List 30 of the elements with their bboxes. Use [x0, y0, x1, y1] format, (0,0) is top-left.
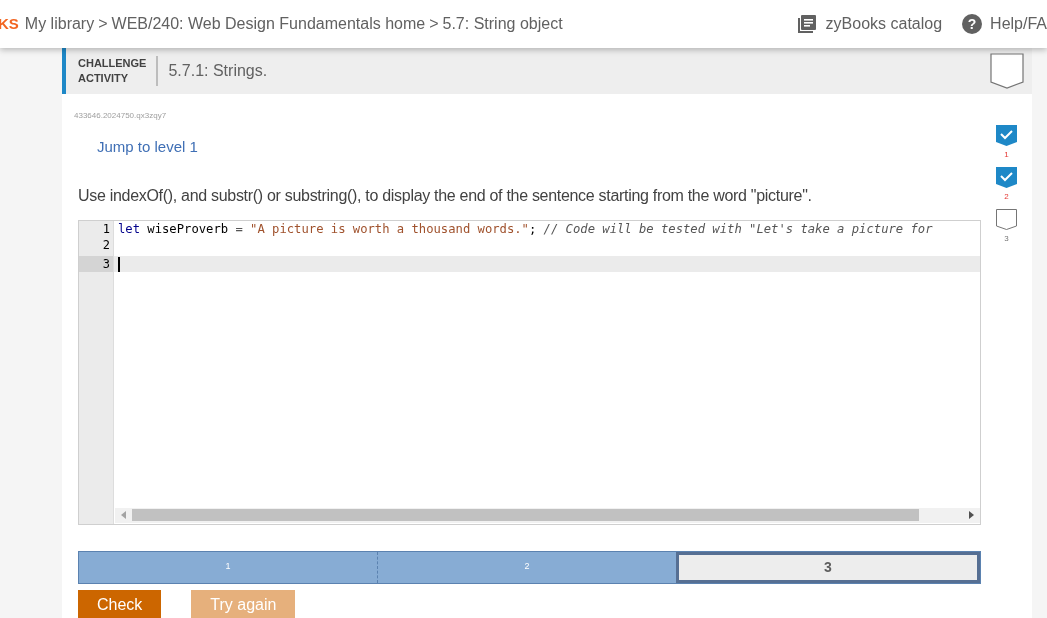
level-number: 3 — [1004, 233, 1009, 245]
book-icon[interactable] — [795, 13, 818, 35]
text-cursor — [118, 256, 120, 272]
level-checkbox[interactable] — [996, 209, 1017, 230]
level-number: 2 — [1004, 191, 1009, 203]
jump-link[interactable]: Jump to level 1 — [97, 136, 198, 159]
breadcrumb-link[interactable]: My library — [24, 12, 95, 36]
level-tab[interactable]: 3 — [676, 551, 980, 583]
code-line: let wiseProverb = "A picture is worth a thousand words."; // Code will be tested with "Let's take a picture for — [117, 220, 934, 237]
activity-id: 433646.2024750.qx3zqy7 — [74, 110, 168, 122]
line-number: 3 — [79, 255, 113, 272]
breadcrumb-separator: > — [98, 14, 108, 34]
level-checkbox[interactable] — [996, 125, 1017, 146]
breadcrumb-separator: > — [429, 14, 439, 34]
scroll-right-arrow-icon[interactable] — [969, 511, 974, 519]
line-number: 2 — [101, 236, 111, 253]
activity-type-label: CHALLENGE ACTIVITY — [78, 56, 159, 86]
level-checkbox[interactable] — [996, 167, 1017, 188]
line-number: 1 — [101, 220, 111, 237]
help-icon[interactable]: ? — [962, 14, 983, 34]
check-button[interactable]: Check — [78, 589, 162, 618]
instructions-text: Use indexOf(), and substr() or substring(), to display the end of the sentence starting from the word "picture". — [78, 185, 813, 206]
breadcrumb-link[interactable]: 5.7: String object — [442, 12, 563, 36]
level-number: 1 — [1004, 149, 1009, 161]
horizontal-scrollbar[interactable] — [115, 507, 980, 523]
code-editor[interactable]: 1 2 3 let wiseProverb = "A picture is worth a thousand words."; // Code will be tested with "Let's take a picture for — [78, 219, 981, 525]
help-link[interactable]: Help/FA — [990, 12, 1047, 36]
activity-title: 5.7.1: Strings. — [168, 61, 269, 81]
catalog-link[interactable]: zyBooks catalog — [825, 12, 943, 36]
breadcrumb-link[interactable]: WEB/240: Web Design Fundamentals home — [111, 12, 426, 36]
